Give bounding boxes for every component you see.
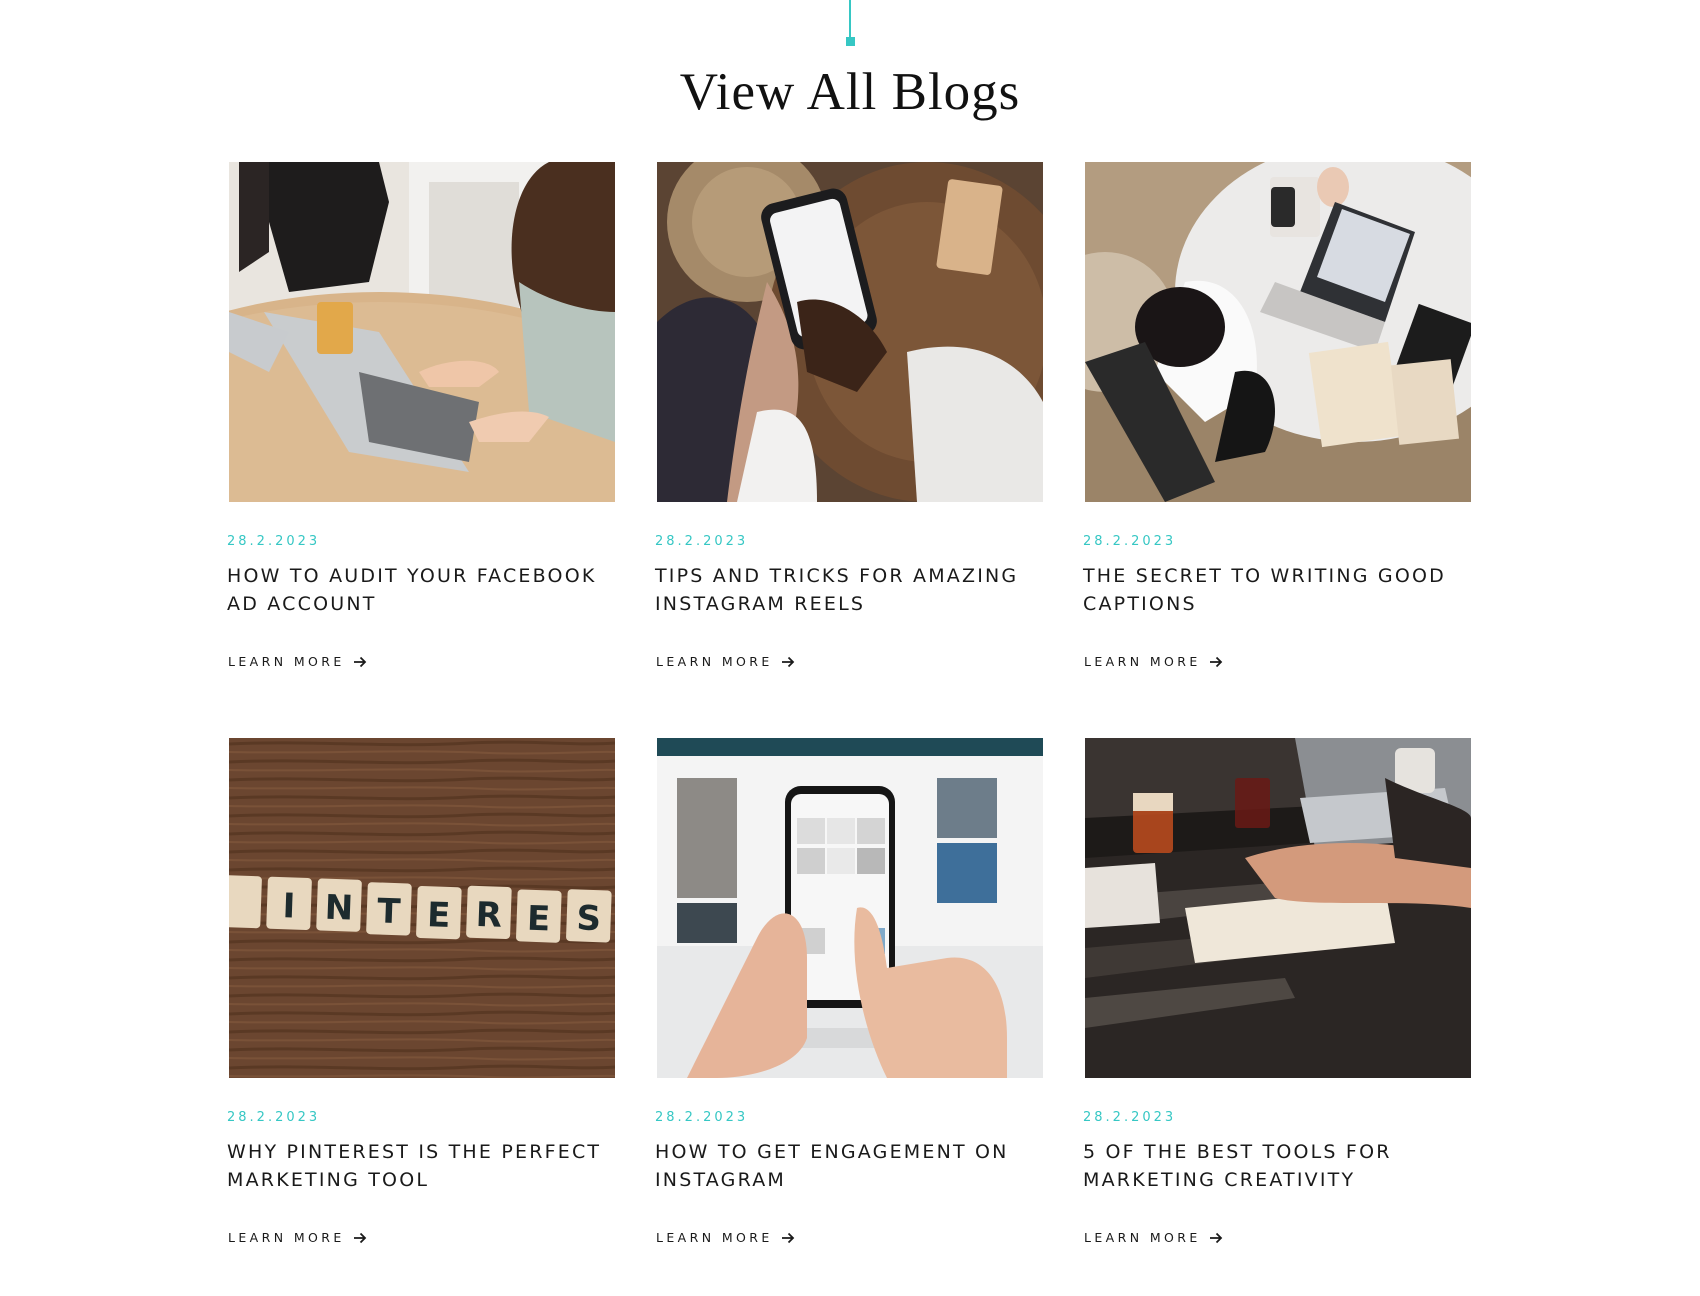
arrow-right-icon: [353, 1232, 366, 1243]
learn-more-label: Learn More: [656, 1230, 773, 1245]
blog-card: I N T E R E S 28.2.2023 Why Pinterest is…: [227, 738, 615, 1296]
tile-letter: I: [282, 886, 296, 926]
learn-more-link[interactable]: Learn More: [228, 654, 367, 669]
blog-section: View All Blogs 28.2.2023 HOW TO AUDIT YO…: [0, 0, 1700, 1296]
accent-divider-dot: [846, 37, 855, 46]
post-title[interactable]: Why Pinterest is the Perfect Marketing T…: [227, 1138, 627, 1194]
women-working-on-laptop-photo: [229, 162, 615, 502]
blog-card: 28.2.2023 How to Get Engagement on Insta…: [655, 738, 1043, 1296]
page-title: View All Blogs: [679, 63, 1021, 121]
post-title[interactable]: Tips and Tricks for Amazing Instagram Re…: [655, 562, 1055, 618]
phone-instagram-feed-photo: [657, 738, 1043, 1078]
learn-more-label: Learn More: [1084, 654, 1201, 669]
learn-more-link[interactable]: Learn More: [656, 1230, 795, 1245]
blog-card-image[interactable]: [657, 162, 1043, 502]
accent-divider-line: [849, 0, 851, 38]
learn-more-link[interactable]: Learn More: [1084, 1230, 1223, 1245]
arrow-right-icon: [1209, 1232, 1222, 1243]
arrow-right-icon: [781, 1232, 794, 1243]
blog-card-image[interactable]: [229, 162, 615, 502]
blog-grid: 28.2.2023 How to Audit Your Facebook Ad …: [227, 162, 1472, 1296]
blog-card: 28.2.2023 The Secret to Writing Good Cap…: [1083, 162, 1471, 738]
tile-letter: N: [324, 888, 354, 929]
post-date: 28.2.2023: [227, 1110, 321, 1125]
blog-card: 28.2.2023 Tips and Tricks for Amazing In…: [655, 162, 1043, 738]
post-title[interactable]: How to Get Engagement on Instagram: [655, 1138, 1055, 1194]
arrow-right-icon: [781, 656, 794, 667]
learn-more-link[interactable]: Learn More: [228, 1230, 367, 1245]
blog-card-image[interactable]: [1085, 162, 1471, 502]
desk-writing-notes-photo: [1085, 738, 1471, 1078]
tile-letter: R: [475, 895, 503, 936]
post-date: 28.2.2023: [227, 534, 321, 549]
woman-typing-on-laptop-overhead-photo: [1085, 162, 1471, 502]
tile-letter: S: [576, 898, 602, 939]
arrow-right-icon: [353, 656, 366, 667]
post-title[interactable]: The Secret to Writing Good Captions: [1083, 562, 1483, 618]
post-date: 28.2.2023: [655, 1110, 749, 1125]
learn-more-label: Learn More: [228, 1230, 345, 1245]
post-date: 28.2.2023: [655, 534, 749, 549]
blog-card-image[interactable]: [657, 738, 1043, 1078]
learn-more-label: Learn More: [656, 654, 773, 669]
blog-card-image[interactable]: I N T E R E S: [229, 738, 615, 1078]
learn-more-link[interactable]: Learn More: [1084, 654, 1223, 669]
arrow-right-icon: [1209, 656, 1222, 667]
post-date: 28.2.2023: [1083, 1110, 1177, 1125]
blog-card: 28.2.2023 5 of the Best Tools for Market…: [1083, 738, 1471, 1296]
tile-letter: E: [526, 899, 551, 940]
hands-holding-smartphone-photo: [657, 162, 1043, 502]
blog-card: 28.2.2023 How to Audit Your Facebook Ad …: [227, 162, 615, 738]
scrabble-tiles-pinterest-photo: I N T E R E S: [229, 738, 615, 1078]
blog-card-image[interactable]: [1085, 738, 1471, 1078]
post-date: 28.2.2023: [1083, 534, 1177, 549]
tile-letter: T: [377, 891, 402, 932]
post-title[interactable]: How to Audit Your Facebook Ad Account: [227, 562, 627, 618]
learn-more-link[interactable]: Learn More: [656, 654, 795, 669]
learn-more-label: Learn More: [1084, 1230, 1201, 1245]
post-title[interactable]: 5 of the Best Tools for Marketing Creati…: [1083, 1138, 1483, 1194]
learn-more-label: Learn More: [228, 654, 345, 669]
tile-letter: E: [426, 895, 451, 936]
